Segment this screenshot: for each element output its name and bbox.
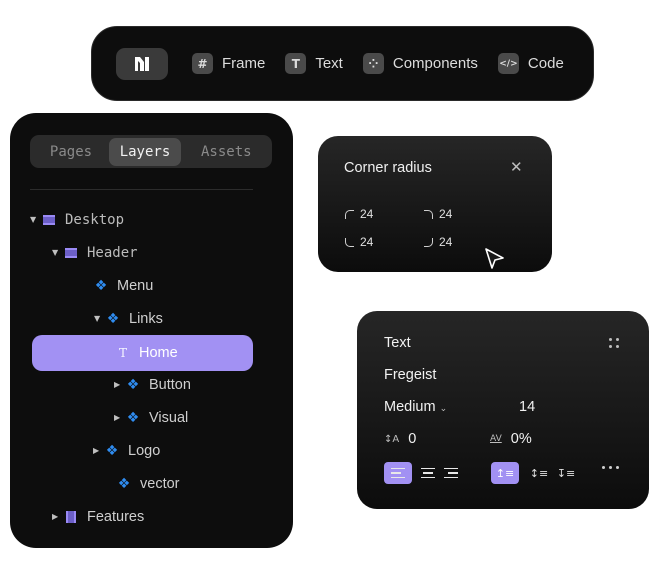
chevron-down-icon: ⌄ — [439, 404, 448, 414]
layer-label: Visual — [149, 409, 189, 426]
components-icon: ⁘ — [362, 53, 384, 74]
vertical-align-middle-button[interactable]: ↕≡ — [525, 462, 553, 484]
hash-icon: # — [192, 53, 213, 74]
radius-value: 24 — [360, 207, 374, 221]
code-tool-label: Code — [527, 55, 564, 72]
layer-row-header[interactable]: ▼ Header — [52, 236, 252, 269]
layer-row-desktop[interactable]: ▼ Desktop — [30, 203, 260, 236]
chevron-right-icon[interactable]: ▶ — [114, 413, 126, 422]
layers-panel: Pages Layers Assets ▼ Desktop ▼ Header ❖… — [10, 113, 293, 548]
letter-spacing-icon: AV — [490, 434, 502, 444]
vertical-align-top-button[interactable]: ↥≡ — [491, 462, 519, 484]
tab-layers[interactable]: Layers — [109, 137, 181, 166]
frame-tool-label: Frame — [222, 55, 266, 72]
layer-label: Button — [149, 376, 191, 393]
frame-tool[interactable]: # Frame — [192, 53, 265, 74]
letter-spacing-value: 0% — [510, 431, 532, 447]
close-icon[interactable]: ✕ — [510, 158, 523, 176]
layer-label: vector — [140, 475, 180, 492]
layer-label: Header — [87, 244, 138, 261]
corner-radius-title: Corner radius — [344, 160, 432, 176]
font-family-field[interactable]: Fregeist — [384, 367, 436, 383]
drag-handle-icon[interactable] — [609, 338, 619, 348]
app-logo-icon — [135, 56, 149, 71]
layer-label: Desktop — [65, 211, 125, 228]
text-tool-label: Text — [315, 55, 343, 72]
components-tool[interactable]: ⁘ Components — [362, 53, 478, 74]
chevron-right-icon[interactable]: ▶ — [52, 512, 64, 521]
radius-top-right-field[interactable]: 24 — [424, 207, 452, 221]
component-icon: ❖ — [126, 409, 140, 426]
text-panel-title: Text — [384, 335, 411, 351]
frame-icon — [42, 213, 56, 227]
more-options-icon[interactable] — [602, 466, 619, 469]
code-icon: </> — [497, 53, 519, 74]
radius-value: 24 — [439, 235, 453, 249]
text-tool[interactable]: T Text — [285, 53, 343, 74]
layer-row-links[interactable]: ▼ ❖ Links — [94, 302, 254, 335]
text-properties-card: Text Fregeist Medium ⌄ 14 ↕A 0 AV 0% ↥≡ ↕… — [357, 311, 649, 509]
component-icon: ❖ — [94, 277, 108, 294]
corner-top-left-icon — [345, 209, 354, 219]
chevron-down-icon[interactable]: ▼ — [30, 215, 42, 224]
component-icon: ❖ — [117, 475, 131, 492]
align-right-button[interactable] — [437, 462, 465, 484]
logo-button[interactable] — [116, 47, 168, 80]
chevron-down-icon[interactable]: ▼ — [94, 314, 106, 323]
layer-label: Features — [87, 508, 145, 525]
line-height-value: 0 — [408, 431, 417, 447]
font-weight-select[interactable]: Medium ⌄ — [384, 399, 447, 415]
tab-pages[interactable]: Pages — [33, 138, 109, 166]
toolbar: # Frame T Text ⁘ Components </> Code — [91, 26, 594, 101]
cursor-icon — [485, 248, 504, 269]
corner-bottom-left-icon — [345, 237, 354, 247]
line-height-icon: ↕A — [384, 433, 400, 445]
frame-icon — [64, 510, 78, 524]
radius-value: 24 — [439, 207, 453, 221]
layer-row-home[interactable]: T Home — [32, 335, 253, 371]
text-layer-icon: T — [118, 346, 127, 360]
panel-tabs: Pages Layers Assets — [30, 135, 272, 168]
chevron-right-icon[interactable]: ▶ — [114, 380, 126, 389]
layer-row-vector[interactable]: ❖ vector — [117, 467, 257, 500]
code-tool[interactable]: </> Code — [497, 53, 564, 74]
layer-label: Links — [129, 310, 163, 327]
radius-bottom-left-field[interactable]: 24 — [345, 235, 373, 249]
font-weight-value: Medium — [384, 399, 436, 415]
corner-radius-card: Corner radius ✕ 24 24 24 24 — [318, 136, 552, 272]
layer-row-features[interactable]: ▶ Features — [52, 500, 232, 533]
layer-label: Logo — [128, 442, 161, 459]
align-left-button[interactable] — [384, 462, 412, 484]
chevron-right-icon[interactable]: ▶ — [93, 446, 105, 455]
component-icon: ❖ — [126, 376, 140, 393]
line-height-field[interactable]: ↕A 0 — [384, 431, 416, 447]
font-size-field[interactable]: 14 — [519, 399, 535, 415]
vertical-align-bottom-button[interactable]: ↧≡ — [552, 462, 580, 484]
layer-label: Home — [139, 345, 178, 361]
text-icon: T — [285, 53, 307, 74]
corner-top-right-icon — [424, 209, 433, 219]
corner-bottom-right-icon — [424, 237, 433, 247]
radius-bottom-right-field[interactable]: 24 — [424, 235, 452, 249]
layer-label: Menu — [117, 277, 154, 294]
layer-row-button[interactable]: ▶ ❖ Button — [114, 368, 274, 401]
chevron-down-icon[interactable]: ▼ — [52, 248, 64, 257]
radius-value: 24 — [360, 235, 374, 249]
layer-row-logo[interactable]: ▶ ❖ Logo — [93, 434, 253, 467]
layer-row-menu[interactable]: ❖ Menu — [94, 269, 254, 302]
components-tool-label: Components — [392, 55, 478, 72]
divider — [30, 189, 253, 190]
layer-row-visual[interactable]: ▶ ❖ Visual — [114, 401, 274, 434]
letter-spacing-field[interactable]: AV 0% — [490, 431, 532, 447]
component-icon: ❖ — [105, 442, 119, 459]
component-icon: ❖ — [106, 310, 120, 327]
radius-top-left-field[interactable]: 24 — [345, 207, 373, 221]
frame-icon — [64, 246, 78, 260]
tab-assets[interactable]: Assets — [187, 138, 262, 166]
